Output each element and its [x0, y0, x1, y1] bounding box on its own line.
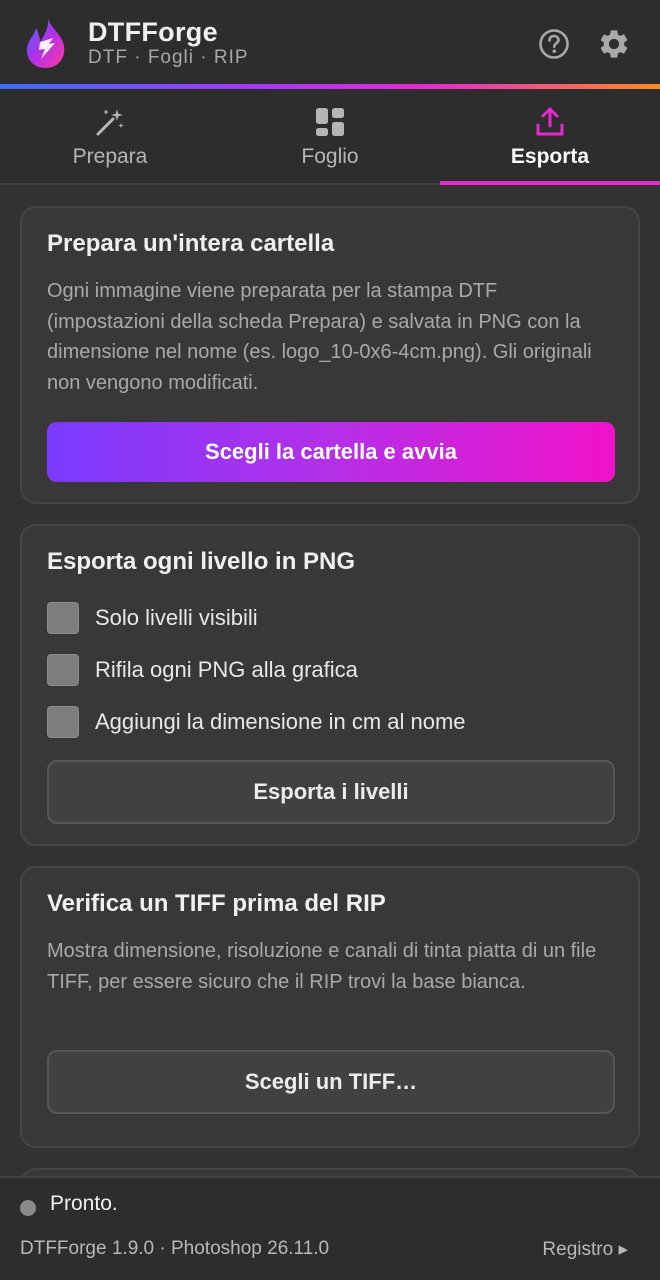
folder-card-description: Ogni immagine viene preparata per la sta… — [47, 280, 592, 394]
app-subtitle: DTF · Fogli · RIP — [88, 47, 249, 68]
upload-icon — [536, 107, 564, 136]
tab-prepara[interactable]: Prepara — [0, 89, 220, 183]
checkbox-label: Rifila ogni PNG alla grafica — [95, 657, 358, 682]
tiff-card-description: Mostra dimensione, risoluzione e canali … — [47, 940, 597, 993]
tab-bar: Prepara Foglio Esporta — [0, 89, 660, 185]
option-trim-png[interactable]: Rifila ogni PNG alla grafica — [47, 654, 358, 686]
flame-logo-icon — [26, 18, 65, 68]
tab-esporta[interactable]: Esporta — [440, 89, 660, 185]
visible-layers-checkbox[interactable] — [47, 602, 79, 634]
grid-layout-icon — [316, 108, 344, 136]
checkbox-label: Solo livelli visibili — [95, 605, 258, 630]
trim-png-checkbox[interactable] — [47, 654, 79, 686]
size-in-name-checkbox[interactable] — [47, 706, 79, 738]
layers-card: Esporta ogni livello in PNG Solo livelli… — [20, 524, 640, 846]
version-info: DTFForge 1.9.0 · Photoshop 26.11.0 — [20, 1238, 330, 1259]
tab-foglio[interactable]: Foglio — [220, 89, 440, 183]
tab-label: Prepara — [72, 145, 148, 168]
tab-label: Foglio — [301, 145, 359, 168]
status-text: Pronto. — [50, 1192, 118, 1215]
folder-card: Prepara un'intera cartella Ogni immagine… — [20, 206, 640, 504]
layers-card-title: Esporta ogni livello in PNG — [47, 548, 356, 575]
choose-folder-button[interactable]: Scegli la cartella e avvia — [47, 422, 615, 482]
app-title: DTFForge — [88, 17, 218, 47]
magic-wand-icon — [96, 109, 124, 136]
status-indicator — [20, 1200, 36, 1216]
settings-button[interactable] — [596, 26, 632, 62]
tiff-card-title: Verifica un TIFF prima del RIP — [47, 890, 386, 917]
gear-icon — [600, 30, 628, 58]
status-bar: Pronto. DTFForge 1.9.0 · Photoshop 26.11… — [0, 1176, 660, 1280]
tab-label: Esporta — [510, 145, 590, 168]
choose-tiff-button[interactable]: Scegli un TIFF… — [47, 1050, 615, 1114]
option-visible-layers[interactable]: Solo livelli visibili — [47, 602, 258, 634]
help-button[interactable] — [536, 26, 572, 62]
option-size-in-name[interactable]: Aggiungi la dimensione in cm al nome — [47, 706, 466, 738]
folder-card-title: Prepara un'intera cartella — [47, 230, 335, 257]
help-circle-icon — [539, 29, 569, 59]
log-link[interactable]: Registro ▸ — [542, 1238, 628, 1261]
checkbox-label: Aggiungi la dimensione in cm al nome — [95, 709, 466, 734]
tiff-card: Verifica un TIFF prima del RIP Mostra di… — [20, 866, 640, 1148]
app-header: DTFForge DTF · Fogli · RIP — [0, 0, 660, 86]
export-layers-button[interactable]: Esporta i livelli — [47, 760, 615, 824]
